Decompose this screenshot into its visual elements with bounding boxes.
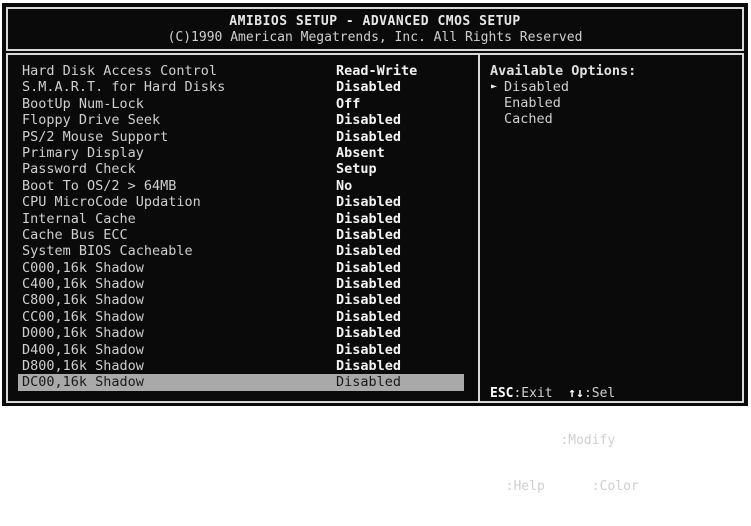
setting-row[interactable]: Cache Bus ECC Disabled xyxy=(22,227,474,243)
setting-label: D400,16k Shadow xyxy=(22,341,144,358)
arrows-action: :Sel xyxy=(583,386,616,401)
arrow-keys-icon: ↑↓ xyxy=(568,386,584,401)
setting-row[interactable]: D400,16k Shadow Disabled xyxy=(22,342,474,358)
pgup-pgdn-key: PgUp/PgDn xyxy=(490,432,561,448)
option-item[interactable]: Cached xyxy=(490,111,636,127)
setting-row[interactable]: CPU MicroCode Updation Disabled xyxy=(22,194,474,210)
f2-f3-key: F2/F3 xyxy=(552,479,592,494)
setting-value[interactable]: Disabled xyxy=(336,129,401,145)
setting-row[interactable]: C000,16k Shadow Disabled xyxy=(22,260,474,276)
options-panel: Available Options: ► Disabled Enabled Cache… xyxy=(490,63,636,127)
setting-label: D800,16k Shadow xyxy=(22,358,144,375)
setting-row[interactable]: Internal Cache Disabled xyxy=(22,211,474,227)
setting-label: S.M.A.R.T. for Hard Disks xyxy=(22,79,226,96)
option-label: Enabled xyxy=(504,95,561,111)
setting-value[interactable]: Disabled xyxy=(336,112,401,128)
help-line-exit: ESC:Exit ↑↓:Sel xyxy=(490,386,639,402)
setting-value[interactable]: Disabled xyxy=(336,358,401,374)
setting-value[interactable]: Setup xyxy=(336,161,377,177)
setting-value[interactable]: Disabled xyxy=(336,260,401,276)
setting-label: BootUp Num-Lock xyxy=(22,95,144,112)
setting-label: System BIOS Cacheable xyxy=(22,243,193,260)
main-panel: Hard Disk Access Control Read-Write S.M.A.… xyxy=(6,53,744,494)
setting-label: Internal Cache xyxy=(22,210,136,227)
f1-key: F1 xyxy=(490,479,506,494)
option-label: Disabled xyxy=(504,79,570,95)
setting-row[interactable]: BootUp Num-Lock Off xyxy=(22,96,474,112)
help-line-modify: PgUp/PgDn:Modify xyxy=(490,433,639,449)
option-label: Cached xyxy=(504,111,553,127)
help-line-help: F1:Help F2/F3:Color xyxy=(490,479,639,495)
setting-label: Password Check xyxy=(22,161,136,178)
option-item[interactable]: Enabled xyxy=(490,95,636,111)
copyright-notice: (C)1990 American Megatrends, Inc. All Ri… xyxy=(167,30,583,45)
setting-value[interactable]: Disabled xyxy=(336,227,401,243)
f1-action: :Help xyxy=(505,479,545,494)
setting-value[interactable]: Off xyxy=(336,96,360,112)
selected-marker-icon: ► xyxy=(491,81,498,92)
page-title: AMIBIOS SETUP - ADVANCED CMOS SETUP xyxy=(229,14,521,29)
setting-row[interactable]: C800,16k Shadow Disabled xyxy=(22,292,474,308)
setting-label: CC00,16k Shadow xyxy=(22,308,144,325)
setting-value[interactable]: Disabled xyxy=(336,325,401,341)
setting-label: Hard Disk Access Control xyxy=(22,63,218,79)
esc-key: ESC xyxy=(490,386,514,401)
setting-row[interactable]: DC00,16k Shadow Disabled xyxy=(18,374,464,391)
setting-label: D000,16k Shadow xyxy=(22,325,144,342)
header-panel: AMIBIOS SETUP - ADVANCED CMOS SETUP (C)1… xyxy=(6,7,744,51)
option-list: ► Disabled Enabled Cached xyxy=(490,79,636,127)
setting-value[interactable]: Disabled xyxy=(336,309,401,325)
setting-row[interactable]: PS/2 Mouse Support Disabled xyxy=(22,129,474,145)
panel-divider xyxy=(478,55,480,401)
setting-value[interactable]: Disabled xyxy=(336,211,401,227)
setting-value[interactable]: Disabled xyxy=(336,194,401,210)
setting-value[interactable]: Disabled xyxy=(336,374,401,390)
setting-value[interactable]: No xyxy=(336,178,352,194)
setting-row[interactable]: S.M.A.R.T. for Hard Disks Disabled xyxy=(22,79,474,95)
setting-label: DC00,16k Shadow xyxy=(22,374,144,391)
setting-label: C000,16k Shadow xyxy=(22,259,144,276)
bios-screen: AMIBIOS SETUP - ADVANCED CMOS SETUP (C)1… xyxy=(2,3,748,494)
setting-label: Boot To OS/2 > 64MB xyxy=(22,177,177,194)
setting-value[interactable]: Disabled xyxy=(336,292,401,308)
setting-label: Cache Bus ECC xyxy=(22,226,128,243)
setting-value[interactable]: Disabled xyxy=(336,342,401,358)
setting-value[interactable]: Disabled xyxy=(336,243,401,259)
pg-action: :Modify xyxy=(560,432,616,448)
setting-row[interactable]: C400,16k Shadow Disabled xyxy=(22,276,474,292)
setting-row[interactable]: Boot To OS/2 > 64MB No xyxy=(22,178,474,194)
setting-value[interactable]: Disabled xyxy=(336,276,401,292)
setting-row[interactable]: CC00,16k Shadow Disabled xyxy=(22,309,474,325)
setting-row[interactable]: Floppy Drive Seek Disabled xyxy=(22,112,474,128)
setting-row[interactable]: Primary Display Absent xyxy=(22,145,474,161)
setting-row[interactable]: System BIOS Cacheable Disabled xyxy=(22,243,474,259)
f23-action: :Color xyxy=(591,479,639,494)
setting-label: Primary Display xyxy=(22,144,144,161)
key-help: ESC:Exit ↑↓:Sel PgUp/PgDn:Modify F1:Help… xyxy=(490,355,639,526)
setting-label: Floppy Drive Seek xyxy=(22,112,161,129)
setting-value[interactable]: Disabled xyxy=(336,79,401,95)
setting-label: PS/2 Mouse Support xyxy=(22,128,169,145)
setting-row[interactable]: D800,16k Shadow Disabled xyxy=(22,358,474,374)
setting-row[interactable]: Password Check Setup xyxy=(22,161,474,177)
setting-row[interactable]: Hard Disk Access Control Read-Write xyxy=(22,63,474,79)
settings-list: Hard Disk Access Control Read-Write S.M.A.… xyxy=(18,63,474,391)
setting-value[interactable]: Absent xyxy=(336,145,385,161)
setting-value[interactable]: Read-Write xyxy=(336,63,417,79)
setting-label: C400,16k Shadow xyxy=(22,276,144,293)
option-item[interactable]: ► Disabled xyxy=(490,79,636,95)
options-title: Available Options: xyxy=(490,63,637,79)
esc-action: :Exit xyxy=(513,386,553,401)
setting-row[interactable]: D000,16k Shadow Disabled xyxy=(22,325,474,341)
setting-label: C800,16k Shadow xyxy=(22,292,144,309)
setting-label: CPU MicroCode Updation xyxy=(22,194,201,211)
